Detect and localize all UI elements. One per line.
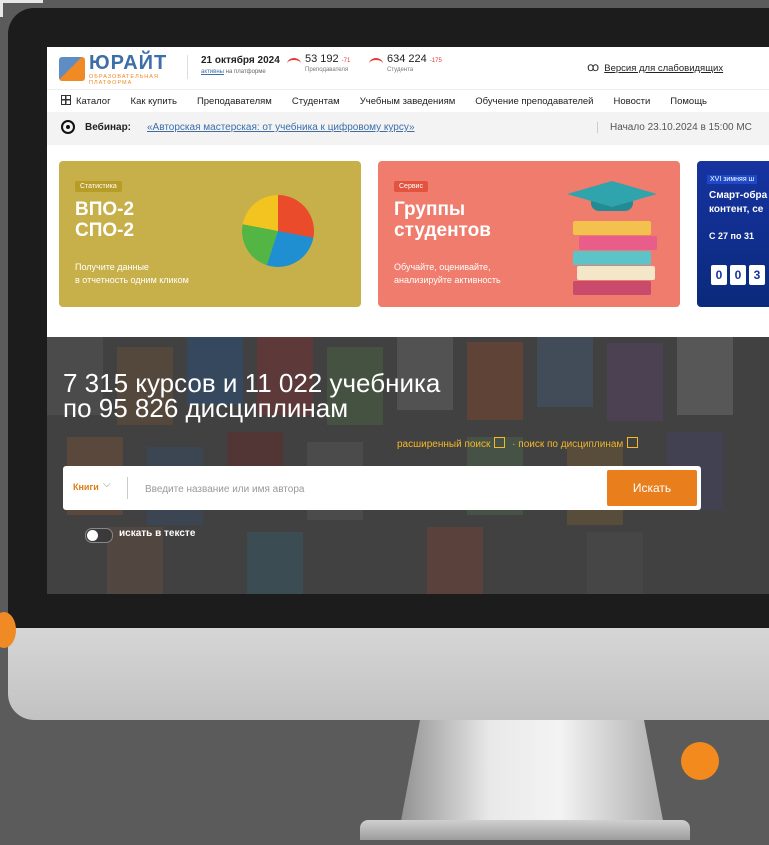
active-suffix: на платформе <box>225 69 266 75</box>
nav-label: Каталог <box>76 96 111 107</box>
nav-item-teacher-training[interactable]: Обучение преподавателей <box>475 96 593 107</box>
countdown-digit: 0 <box>730 265 746 285</box>
book-shape <box>573 251 651 265</box>
nav-item-news[interactable]: Новости <box>613 96 650 107</box>
advanced-search-link[interactable]: расширенный поиск <box>397 439 490 450</box>
chevron-down-icon[interactable]: ⌵ <box>103 479 111 490</box>
nav-item-teachers[interactable]: Преподавателям <box>197 96 272 107</box>
card-desc-line: Получите данные <box>75 262 149 272</box>
graduation-cap-icon <box>567 181 657 207</box>
countdown-digit: 3 <box>749 265 765 285</box>
decor-orange-dot <box>681 742 719 780</box>
search-bar: Книги ⌵ Искать <box>63 466 701 510</box>
nav-item-how-to-buy[interactable]: Как купить <box>131 96 177 107</box>
search-input[interactable] <box>143 472 597 506</box>
book-shape <box>573 221 651 235</box>
urait-logo[interactable]: ЮРАЙТ ОБРАЗОВАТЕЛЬНАЯ ПЛАТФОРМА <box>59 52 181 86</box>
glasses-icon: ꝏ <box>587 60 600 74</box>
card-title-line: Смарт-обра <box>709 190 768 201</box>
search-button[interactable]: Искать <box>607 470 697 506</box>
nav-item-help[interactable]: Помощь <box>670 96 707 107</box>
students-delta: -175 <box>429 58 442 64</box>
low-vision-label: Версия для слабовидящих <box>604 63 724 74</box>
hero-title: 7 315 курсов и 11 022 учебника по 95 826… <box>63 370 440 423</box>
card-title-line: студентов <box>394 220 491 241</box>
card-title-line: контент, се <box>709 204 764 215</box>
divider <box>187 55 188 79</box>
broadcast-icon <box>61 120 75 134</box>
nav-item-catalog[interactable]: Каталог <box>61 95 111 107</box>
students-count: 634 224 <box>387 53 427 65</box>
book-shape <box>577 266 655 280</box>
teachers-delta: -71 <box>341 58 351 64</box>
promo-card-student-groups[interactable]: Сервис Группы студентов Обучайте, оценива… <box>378 161 680 307</box>
logo-mark-icon <box>59 57 85 81</box>
active-caption: активны на платформе <box>201 69 266 75</box>
card-title: ВПО-2 СПО-2 <box>75 199 134 241</box>
promo-cards: Статистика ВПО-2 СПО-2 Получите данные в о… <box>47 145 769 335</box>
trend-icon <box>287 58 301 70</box>
pie-chart-illustration <box>242 195 314 267</box>
card-title: Группы студентов <box>394 199 491 241</box>
card-desc-line: Обучайте, оценивайте, <box>394 262 491 272</box>
play-icon <box>627 437 639 448</box>
card-desc-line: анализируйте активность <box>394 275 501 285</box>
book-shape <box>573 281 651 295</box>
catalog-grid-icon <box>61 95 71 105</box>
promo-card-statistics[interactable]: Статистика ВПО-2 СПО-2 Получите данные в о… <box>59 161 361 307</box>
screen: ЮРАЙТ ОБРАЗОВАТЕЛЬНАЯ ПЛАТФОРМА 21 октяб… <box>47 47 769 594</box>
card-title-line: СПО-2 <box>75 220 135 241</box>
card-title-line: Группы <box>394 199 466 220</box>
card-tag: Статистика <box>75 181 122 192</box>
webinar-start-time: Начало 23.10.2024 в 15:00 МС <box>597 122 752 133</box>
card-desc-line: в отчетность одним кликом <box>75 275 189 285</box>
nav-item-students[interactable]: Студентам <box>292 96 340 107</box>
card-tag: Сервис <box>394 181 428 192</box>
card-description: С 27 по 31 <box>709 231 754 241</box>
main-nav: Каталог Как купить Преподавателям Студен… <box>47 90 769 112</box>
divider <box>127 477 128 499</box>
countdown-digit: 0 <box>711 265 727 285</box>
site-header: ЮРАЙТ ОБРАЗОВАТЕЛЬНАЯ ПЛАТФОРМА 21 октяб… <box>47 47 769 90</box>
card-tag: XVI зимняя ш <box>707 175 758 184</box>
card-description: Получите данные в отчетность одним кликом <box>75 261 189 287</box>
webinar-link[interactable]: «Авторская мастерская: от учебника к циф… <box>147 122 415 133</box>
search-links: расширенный поиск · поиск по дисциплинам <box>397 437 642 450</box>
books-graduation-cap-illustration <box>563 181 663 295</box>
monitor-chin <box>8 628 769 720</box>
nav-item-institutions[interactable]: Учебным заведениям <box>360 96 456 107</box>
current-date: 21 октября 2024 <box>201 55 280 66</box>
webinar-label: Вебинар: <box>85 122 132 133</box>
logo-subtitle: ОБРАЗОВАТЕЛЬНАЯ ПЛАТФОРМА <box>89 74 159 86</box>
card-title: Смарт-обра контент, се <box>709 189 767 217</box>
trend-icon <box>369 58 383 70</box>
stand-base <box>360 820 690 840</box>
full-text-toggle[interactable] <box>85 528 113 543</box>
countdown: 0 0 3 <box>711 265 768 285</box>
webinar-bar: Вебинар: «Авторская мастерская: от учебн… <box>47 112 769 145</box>
teachers-label: Преподавателя <box>305 67 349 73</box>
hero-title-line: по 95 826 дисциплинам <box>63 393 349 423</box>
book-shape <box>579 236 657 250</box>
full-text-toggle-label: искать в тексте <box>119 528 196 539</box>
promo-card-winter-school[interactable]: XVI зимняя ш Смарт-обра контент, се С 27 … <box>697 161 769 307</box>
monitor-stand <box>360 720 690 840</box>
play-icon <box>494 437 506 448</box>
students-label: Студента <box>387 67 414 73</box>
discipline-search-link[interactable]: поиск по дисциплинам <box>518 439 623 450</box>
teachers-count: 53 192 <box>305 53 339 65</box>
card-title-line: ВПО-2 <box>75 199 135 220</box>
low-vision-link[interactable]: ꝏ Версия для слабовидящих <box>587 60 723 74</box>
card-description: Обучайте, оценивайте, анализируйте активн… <box>394 261 501 287</box>
search-mode-select[interactable]: Книги <box>73 482 99 492</box>
stand-neck <box>400 720 664 824</box>
active-link[interactable]: активны <box>201 69 224 75</box>
hero-search: 7 315 курсов и 11 022 учебника по 95 826… <box>47 337 769 594</box>
logo-name: ЮРАЙТ <box>89 52 168 74</box>
